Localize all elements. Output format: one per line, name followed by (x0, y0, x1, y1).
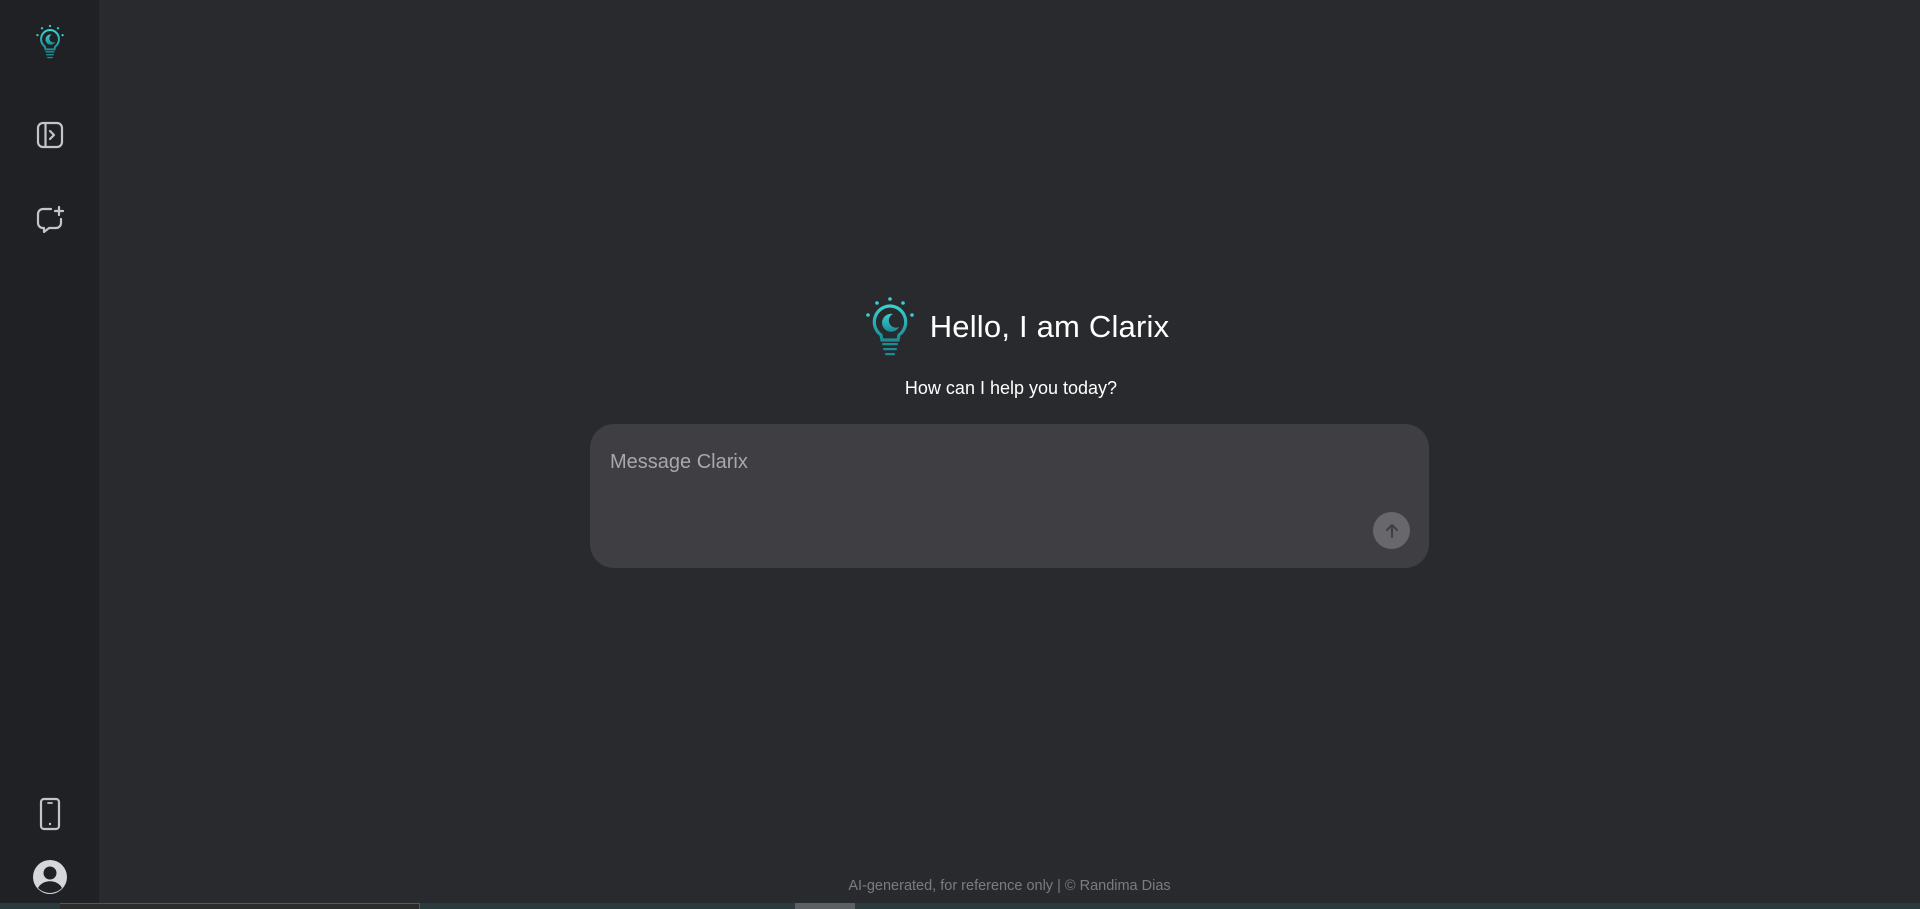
new-chat-button[interactable] (30, 200, 70, 240)
footer-disclaimer: AI-generated, for reference only | © Ran… (848, 878, 1171, 894)
send-button[interactable] (1373, 512, 1410, 549)
message-composer (590, 424, 1429, 568)
lightbulb-logo-icon (865, 297, 914, 356)
app-window: Hello, I am Clarix How can I help you to… (0, 0, 1920, 909)
user-avatar-icon (32, 860, 67, 894)
bottom-strip-segment (60, 903, 420, 909)
bottom-strip-segment (795, 903, 855, 909)
lightbulb-logo-icon[interactable] (30, 22, 70, 62)
mobile-app-button[interactable] (30, 794, 70, 834)
page-title: Hello, I am Clarix (929, 309, 1170, 344)
sidebar-toggle-icon (36, 121, 63, 149)
main-area: Hello, I am Clarix How can I help you to… (99, 0, 1920, 909)
page-subtitle: How can I help you today? (904, 378, 1118, 398)
message-input[interactable] (610, 442, 1390, 482)
mobile-phone-icon (39, 797, 60, 831)
user-avatar-button[interactable] (30, 857, 70, 897)
sidebar (0, 0, 99, 909)
welcome-hero: Hello, I am Clarix How can I help you to… (99, 296, 1920, 399)
sidebar-toggle-button[interactable] (30, 115, 70, 155)
hero-title-row: Hello, I am Clarix (862, 296, 1170, 358)
arrow-up-icon (1385, 523, 1398, 538)
new-chat-icon (36, 205, 64, 234)
